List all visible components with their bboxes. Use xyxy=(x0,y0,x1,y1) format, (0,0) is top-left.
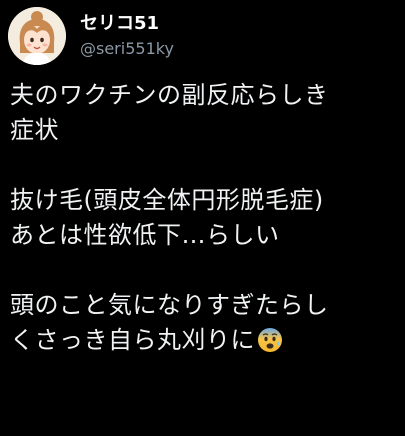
user-handle[interactable]: @seri551ky xyxy=(80,38,174,60)
tweet-line: 症状 xyxy=(10,116,59,144)
tweet-last-line: くさっき自ら丸刈りに xyxy=(10,323,397,363)
girl-avatar-icon xyxy=(8,7,66,65)
user-meta: セリコ51 @seri551ky xyxy=(80,13,174,60)
tweet-line: 抜け毛(頭皮全体円形脱毛症) xyxy=(10,186,324,214)
avatar[interactable] xyxy=(8,7,66,65)
tweet-line: 夫のワクチンの副反応らしき xyxy=(10,81,329,109)
fearful-face-emoji xyxy=(257,327,283,363)
tweet-header: セリコ51 @seri551ky xyxy=(8,6,397,66)
display-name[interactable]: セリコ51 xyxy=(80,13,174,35)
tweet-text: 夫のワクチンの副反応らしき 症状 抜け毛(頭皮全体円形脱毛症) あとは性欲低下…… xyxy=(8,78,397,363)
tweet-line: あとは性欲低下…らしい xyxy=(10,221,280,249)
tweet-line: 頭のこと気になりすぎたらし xyxy=(10,291,329,319)
tweet-card: セリコ51 @seri551ky 夫のワクチンの副反応らしき 症状 抜け毛(頭皮… xyxy=(0,0,405,436)
tweet-line: くさっき自ら丸刈りに xyxy=(10,326,255,354)
